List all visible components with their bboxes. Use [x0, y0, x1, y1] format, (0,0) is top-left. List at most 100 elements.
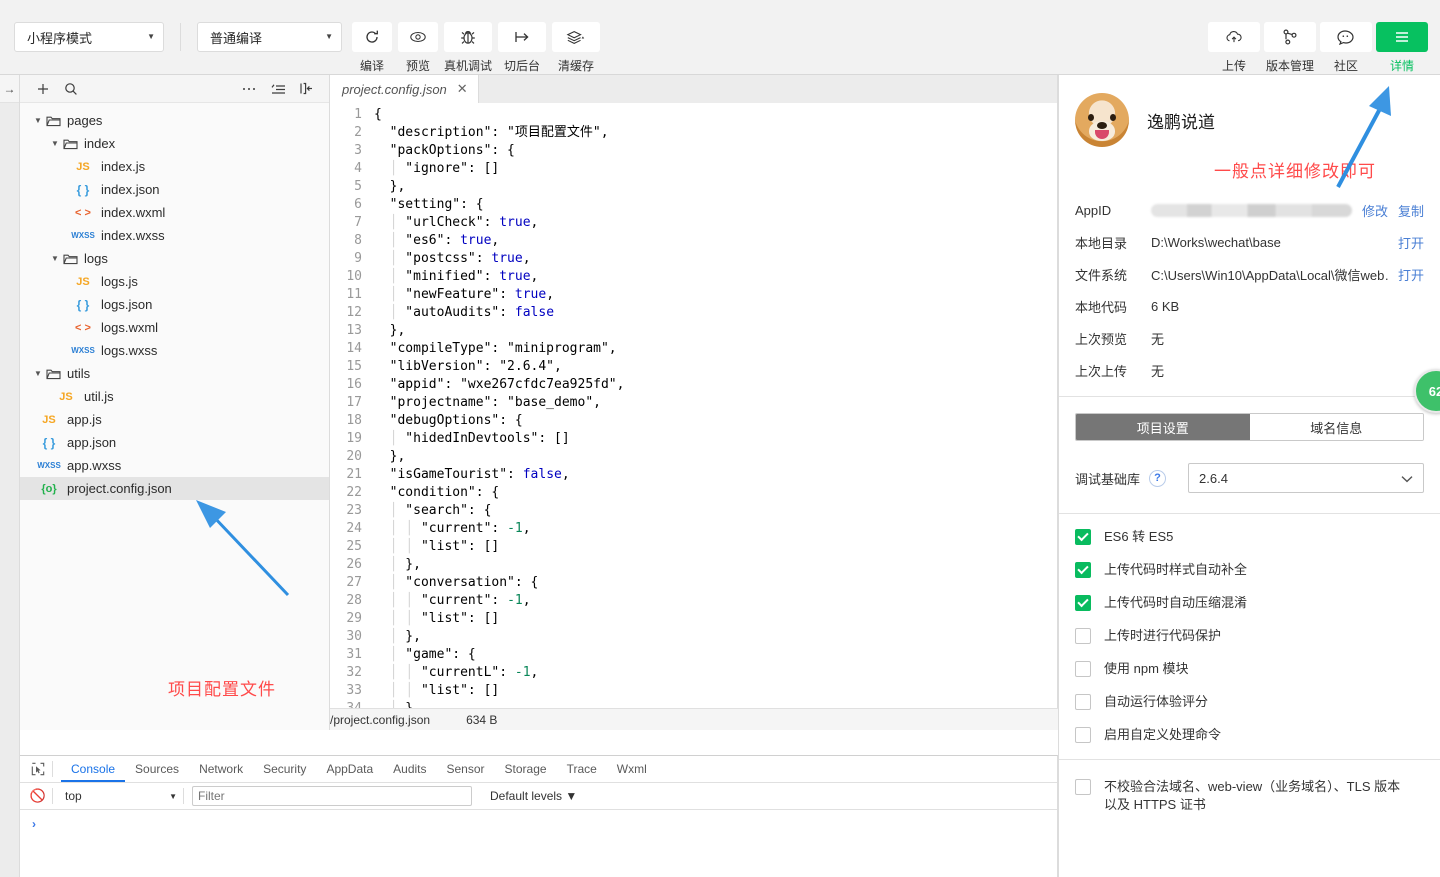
detail-row-label: 文件系统 [1075, 267, 1128, 283]
tree-annotation-text: 项目配置文件 [168, 680, 276, 699]
file-tree-item-index-wxml[interactable]: < > index.wxml [20, 201, 329, 224]
code-editor: project.config.json ✕ 1{2 "description":… [330, 75, 1058, 730]
detail-tab-项目设置[interactable]: 项目设置 [1076, 414, 1250, 440]
file-tree-item-util-js[interactable]: JS util.js [20, 385, 329, 408]
file-tree-item-label: util.js [84, 389, 114, 404]
search-icon[interactable] [56, 82, 86, 96]
file-tree-item-logs-js[interactable]: JS logs.js [20, 270, 329, 293]
wxss-file-icon: WXSS [71, 231, 95, 240]
menu-icon [1376, 22, 1428, 52]
checkbox-box[interactable] [1075, 628, 1091, 644]
more-icon[interactable] [235, 86, 263, 92]
detail-link-打开[interactable]: 打开 [1398, 233, 1424, 252]
checkbox-上传时进行代码保护[interactable]: 上传时进行代码保护 [1075, 627, 1424, 645]
checkbox-上传代码时自动压缩混淆[interactable]: 上传代码时自动压缩混淆 [1075, 594, 1424, 612]
editor-tab-project-config[interactable]: project.config.json ✕ [330, 75, 479, 103]
file-tree-item-index[interactable]: ▼ index [20, 132, 329, 155]
detail-button[interactable]: 详情 [1376, 22, 1428, 74]
editor-tab-label: project.config.json [342, 81, 447, 97]
file-tree-item-index-json[interactable]: { } index.json [20, 178, 329, 201]
code-line: 19 │ "hidedInDevtools": [] [330, 430, 1057, 448]
devtools-tab-security[interactable]: Security [253, 756, 316, 782]
line-number: 7 [354, 215, 362, 230]
checkbox-box[interactable] [1075, 779, 1091, 795]
checkbox-box[interactable] [1075, 661, 1091, 677]
devtools-tab-sources[interactable]: Sources [125, 756, 189, 782]
file-tree-item-index-js[interactable]: JS index.js [20, 155, 329, 178]
console-output[interactable]: › [20, 810, 1057, 831]
file-tree-item-logs-wxml[interactable]: < > logs.wxml [20, 316, 329, 339]
clear-cache-button[interactable]: 清缓存 [552, 22, 600, 74]
file-tree-item-index-wxss[interactable]: WXSS index.wxss [20, 224, 329, 247]
compile-mode-select[interactable]: 普通编译 ▼ [197, 22, 342, 52]
checkbox-box[interactable] [1075, 595, 1091, 611]
version-control-button-label: 版本管理 [1265, 59, 1314, 73]
chevron-down-icon[interactable]: ▼ [51, 254, 63, 263]
detail-link-修改[interactable]: 修改 [1362, 201, 1388, 220]
devtools-tab-network[interactable]: Network [189, 756, 253, 782]
console-levels-dropdown[interactable]: Default levels ▼ [490, 789, 577, 803]
detail-link-打开[interactable]: 打开 [1398, 265, 1424, 284]
editor-code-area[interactable]: 1{2 "description": "项目配置文件", 3 "packOptio… [330, 103, 1057, 708]
code-line: 26 │ }, [330, 556, 1057, 574]
checkbox-上传代码时样式自动补全[interactable]: 上传代码时样式自动补全 [1075, 561, 1424, 579]
file-tree-item-project-config-json[interactable]: {o} project.config.json [20, 477, 329, 500]
devtools-tab-appdata[interactable]: AppData [316, 756, 383, 782]
file-tree-item-pages[interactable]: ▼ pages [20, 109, 329, 132]
checkbox-box[interactable] [1075, 562, 1091, 578]
mode-select[interactable]: 小程序模式 ▼ [14, 22, 164, 52]
chevron-down-icon[interactable]: ▼ [51, 139, 63, 148]
checkbox-skip-domain-check[interactable]: 不校验合法域名、web-view（业务域名）、TLS 版本以及 HTTPS 证书 [1075, 778, 1424, 814]
checkbox-自动运行体验评分[interactable]: 自动运行体验评分 [1075, 693, 1424, 711]
sort-icon[interactable] [263, 83, 293, 95]
detail-row: 上次上传 无 [1075, 354, 1424, 386]
file-tree-item-app-js[interactable]: JS app.js [20, 408, 329, 431]
line-content: │ "urlCheck": true, [389, 215, 539, 230]
checkbox-ES6 转 ES5[interactable]: ES6 转 ES5 [1075, 528, 1424, 546]
console-context-select[interactable]: top ▼ [61, 786, 181, 806]
code-line: 27 │ "conversation": { [330, 574, 1057, 592]
folder-icon [46, 115, 61, 127]
question-icon[interactable]: ? [1149, 469, 1167, 487]
compile-button[interactable]: 编译 [352, 22, 392, 74]
arrow-right-icon[interactable]: → [0, 75, 19, 103]
file-tree-item-logs-json[interactable]: { } logs.json [20, 293, 329, 316]
devtools-tab-storage[interactable]: Storage [495, 756, 557, 782]
checkbox-使用 npm 模块[interactable]: 使用 npm 模块 [1075, 660, 1424, 678]
cursor-select-icon[interactable] [26, 759, 50, 779]
no-entry-icon[interactable]: 🚫 [26, 788, 50, 804]
checkbox-启用自定义处理命令[interactable]: 启用自定义处理命令 [1075, 726, 1424, 744]
devtools-tab-sensor[interactable]: Sensor [437, 756, 495, 782]
chevron-down-icon[interactable]: ▼ [34, 116, 46, 125]
checkbox-box[interactable] [1075, 529, 1091, 545]
version-control-button[interactable]: 版本管理 [1264, 22, 1316, 74]
switch-background-button[interactable]: 切后台 [498, 22, 546, 74]
file-tree-item-app-wxss[interactable]: WXSS app.wxss [20, 454, 329, 477]
community-button[interactable]: 社区 [1320, 22, 1372, 74]
file-tree-item-app-json[interactable]: { } app.json [20, 431, 329, 454]
console-filter-input[interactable] [192, 786, 472, 806]
line-content: │ "conversation": { [389, 575, 539, 590]
devtools-tab-console[interactable]: Console [61, 756, 126, 782]
detail-link-复制[interactable]: 复制 [1398, 201, 1424, 220]
checkbox-box[interactable] [1075, 727, 1091, 743]
checkbox-box[interactable] [1075, 694, 1091, 710]
file-tree-item-utils[interactable]: ▼ utils [20, 362, 329, 385]
debug-library-select[interactable]: 2.6.4 [1188, 463, 1424, 493]
file-tree-item-label: app.wxss [67, 458, 122, 473]
line-number: 6 [354, 197, 362, 212]
collapse-icon[interactable] [293, 82, 319, 95]
real-device-debug-button[interactable]: 真机调试 [444, 22, 492, 74]
devtools-tab-audits[interactable]: Audits [383, 756, 436, 782]
file-tree-item-logs-wxss[interactable]: WXSS logs.wxss [20, 339, 329, 362]
preview-button[interactable]: 预览 [398, 22, 438, 74]
chevron-down-icon[interactable]: ▼ [34, 369, 46, 378]
close-icon[interactable]: ✕ [457, 81, 468, 97]
line-content: }, [374, 323, 406, 338]
detail-tab-域名信息[interactable]: 域名信息 [1249, 414, 1423, 440]
upload-button[interactable]: 上传 [1208, 22, 1260, 74]
plus-icon[interactable] [30, 82, 56, 96]
devtools-tab-wxml[interactable]: Wxml [607, 756, 657, 782]
devtools-tab-trace[interactable]: Trace [557, 756, 607, 782]
file-tree-item-logs[interactable]: ▼ logs [20, 247, 329, 270]
